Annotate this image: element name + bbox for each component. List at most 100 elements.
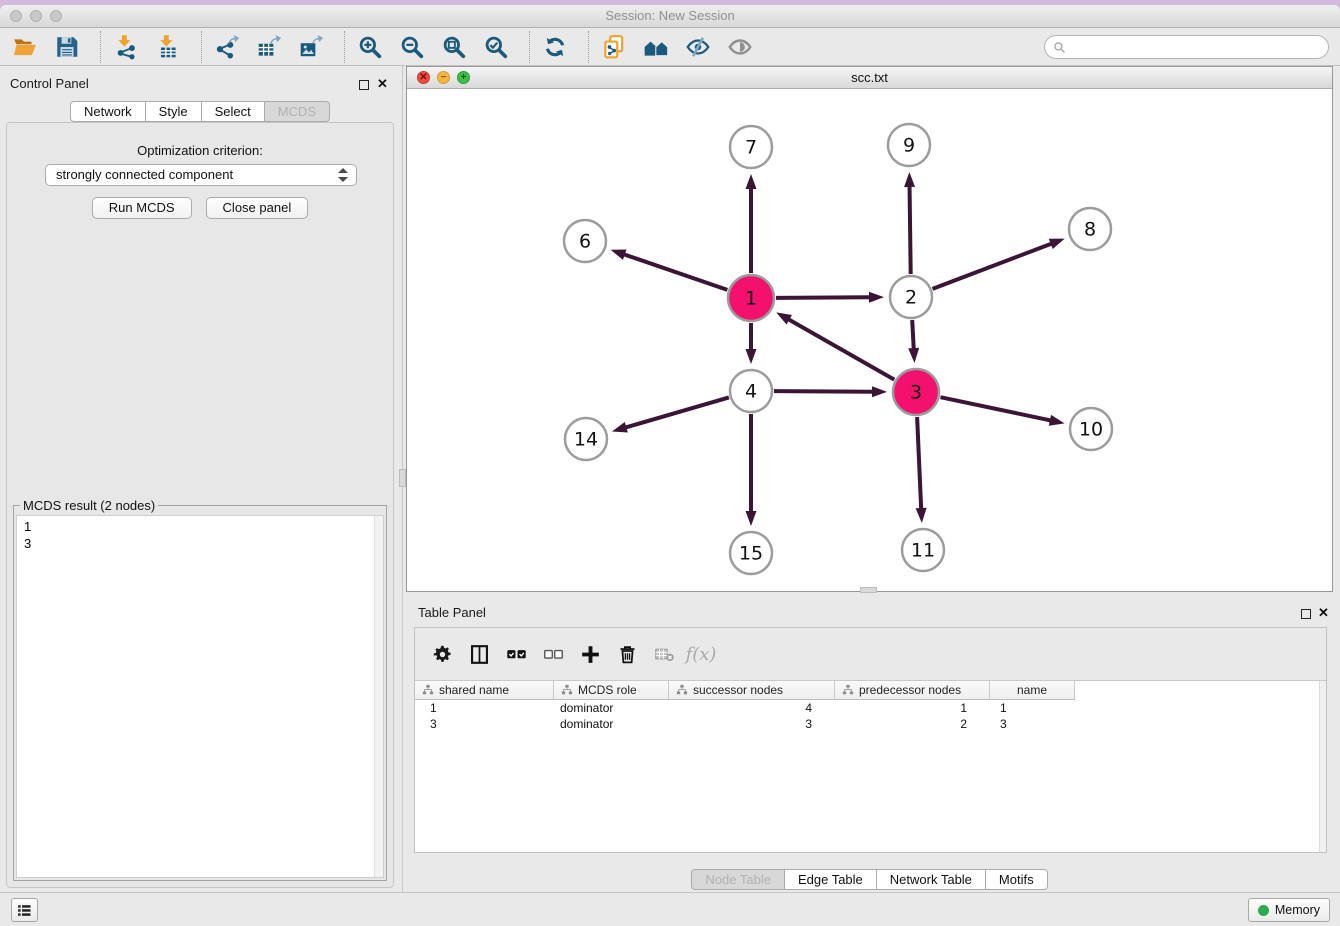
table-cell[interactable]: 1 [990,701,1075,717]
export-network-icon[interactable] [214,34,240,60]
table-cell[interactable]: 1 [835,701,990,717]
table-panel-float-button[interactable] [1301,609,1311,619]
column-header-name[interactable]: name [990,681,1075,700]
result-scrollbar[interactable] [374,516,383,877]
column-header-predecessor-nodes[interactable]: predecessor nodes [835,681,990,700]
table-cell[interactable]: 3 [669,717,835,733]
export-table-icon[interactable] [256,34,282,60]
column-header-label: successor nodes [693,683,783,697]
graph-node-4[interactable]: 4 [730,370,772,412]
table-cell[interactable]: dominator [554,717,669,733]
settings-gear-icon[interactable] [431,643,453,665]
panel-splitter-handle[interactable] [399,469,406,487]
run-mcds-button[interactable]: Run MCDS [92,197,192,219]
table-cell[interactable]: 1 [415,701,554,717]
tab-network-table[interactable]: Network Table [877,869,986,890]
delete-column-icon[interactable] [616,643,638,665]
toolbar-separator [100,31,101,63]
tab-mcds[interactable]: MCDS [265,101,330,122]
mcds-result-title: MCDS result (2 nodes) [20,498,158,513]
network-resize-handle[interactable] [860,587,877,593]
zoom-out-icon[interactable] [399,34,425,60]
graph-edge-4-14[interactable] [612,397,729,432]
deselect-all-icon[interactable] [542,643,564,665]
home-icon[interactable] [643,34,669,60]
graph-edge-2-3[interactable] [908,320,919,363]
table-cell[interactable]: 2 [835,717,990,733]
table-cell[interactable]: 3 [990,717,1075,733]
application-window: Session: New Session Control Panel ✕ Net… [0,5,1340,926]
graph-node-6[interactable]: 6 [564,220,606,262]
memory-status-icon [1258,905,1269,916]
tab-network[interactable]: Network [70,101,146,122]
graph-node-2[interactable]: 2 [890,276,932,318]
zoom-fit-icon[interactable] [441,34,467,60]
tab-node-table[interactable]: Node Table [691,869,785,890]
zoom-in-icon[interactable] [357,34,383,60]
node-table: f(x) shared nameMCDS rolesuccessor nodes… [414,627,1327,853]
close-panel-button[interactable]: Close panel [206,197,309,219]
tab-select[interactable]: Select [202,101,265,122]
control-panel-close-button[interactable]: ✕ [377,78,388,90]
tab-style[interactable]: Style [146,101,202,122]
mcds-buttons: Run MCDS Close panel [7,197,393,219]
graph-edge-1-6[interactable] [611,249,728,289]
table-rows: 1dominator4113dominator323 [415,701,1326,733]
mcds-result-textarea[interactable]: 13 [16,515,384,878]
table-row[interactable]: 3dominator323 [415,717,1326,733]
graph-node-14[interactable]: 14 [565,418,607,460]
import-table-icon[interactable] [155,34,181,60]
column-header-successor-nodes[interactable]: successor nodes [669,681,835,700]
tab-motifs[interactable]: Motifs [986,869,1048,890]
graph-edge-4-3[interactable] [774,386,887,397]
toolbar-separator [201,31,202,63]
criterion-dropdown[interactable]: strongly connected component [45,164,357,186]
import-network-icon[interactable] [113,34,139,60]
refresh-icon[interactable] [542,34,568,60]
graph-edge-3-11[interactable] [916,417,927,523]
search-input[interactable] [1066,37,1328,57]
add-column-icon[interactable] [579,643,601,665]
graph-node-7[interactable]: 7 [730,126,772,168]
control-panel-float-button[interactable] [359,80,369,90]
optimization-criterion-label: Optimization criterion: [7,143,393,158]
graph-edge-3-1[interactable] [776,312,894,379]
main-toolbar [0,28,1340,66]
graph-edge-1-7[interactable] [746,174,757,273]
export-image-icon[interactable] [298,34,324,60]
table-row[interactable]: 1dominator411 [415,701,1326,717]
memory-button[interactable]: Memory [1248,898,1330,922]
table-cell[interactable]: 3 [415,717,554,733]
task-history-button[interactable] [11,898,38,922]
column-header-mcds-role[interactable]: MCDS role [554,681,669,700]
table-cell[interactable]: dominator [554,701,669,717]
toolbar-separator [529,31,530,63]
hide-panel-icon[interactable] [685,34,711,60]
clone-network-icon[interactable] [601,34,627,60]
tab-edge-table[interactable]: Edge Table [785,869,877,890]
graph-node-1[interactable]: 1 [728,275,774,321]
zoom-selected-icon[interactable] [483,34,509,60]
search-field[interactable] [1044,35,1329,59]
graph-edge-2-8[interactable] [933,239,1065,289]
select-all-icon[interactable] [505,643,527,665]
graph-node-8[interactable]: 8 [1069,208,1111,250]
column-header-shared-name[interactable]: shared name [415,681,554,700]
graph-edge-4-15[interactable] [746,414,757,526]
graph-node-15[interactable]: 15 [730,532,772,574]
table-panel-close-button[interactable]: ✕ [1318,607,1329,619]
graph-edge-2-9[interactable] [904,172,915,274]
graph-node-3[interactable]: 3 [893,369,939,415]
graph-edge-1-4[interactable] [746,323,757,364]
split-panel-icon[interactable] [468,643,490,665]
graph-node-11[interactable]: 11 [902,529,944,571]
save-session-icon[interactable] [54,34,80,60]
graph-edge-1-2[interactable] [776,292,884,303]
table-scrollbar[interactable] [1319,681,1326,852]
table-cell[interactable]: 4 [669,701,835,717]
network-canvas[interactable]: 7 9 6 8 1 2 4 3 14 10 15 11 [407,89,1332,591]
graph-node-9[interactable]: 9 [888,124,930,166]
open-file-icon[interactable] [12,34,38,60]
graph-node-10[interactable]: 10 [1070,408,1112,450]
graph-edge-3-10[interactable] [940,397,1064,426]
